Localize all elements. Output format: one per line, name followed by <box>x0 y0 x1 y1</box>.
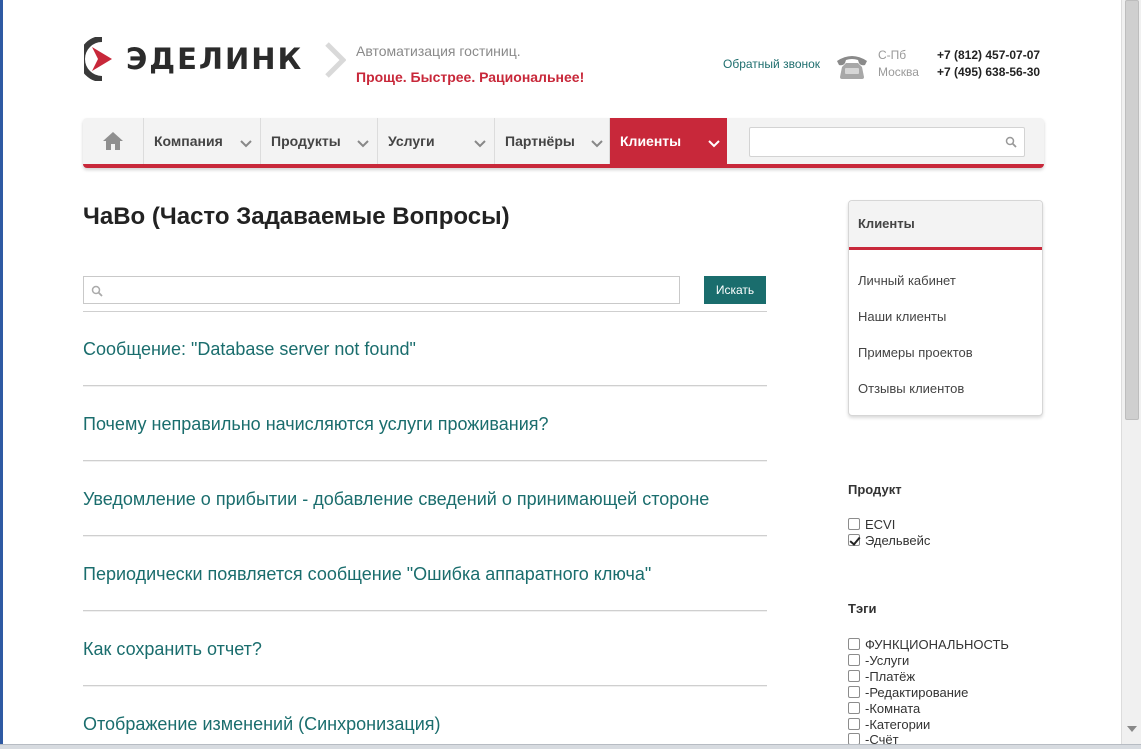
faq-list-item: Периодически появляется сообщение "Ошибк… <box>83 536 767 611</box>
scroll-down-icon[interactable] <box>1127 726 1137 732</box>
contact-phone[interactable]: +7 (495) 638-56-30 <box>937 65 1040 79</box>
faq-link[interactable]: Как сохранить отчет? <box>83 639 262 660</box>
scrollbar-thumb[interactable] <box>1125 0 1139 420</box>
checkbox-label: -Редактирование <box>865 684 969 700</box>
logo-mark-icon <box>79 36 120 82</box>
filter-option[interactable]: ECVI <box>848 516 895 532</box>
faq-link[interactable]: Почему неправильно начисляются услуги пр… <box>83 414 549 435</box>
tag-filter-title: Тэги <box>848 601 877 616</box>
faq-list-item: Сообщение: "Database server not found" <box>83 311 767 386</box>
checkbox[interactable] <box>848 670 860 682</box>
chevron-down-icon <box>708 140 720 148</box>
faq-list-item: Как сохранить отчет? <box>83 611 767 686</box>
site-search-input[interactable] <box>750 128 990 156</box>
filter-option[interactable]: -Редактирование <box>848 684 968 700</box>
tagline-primary: Автоматизация гостиниц. <box>356 43 521 59</box>
sidebar-item-our-clients[interactable]: Наши клиенты <box>858 309 946 324</box>
home-icon <box>103 132 123 150</box>
checkbox-label: -Комната <box>865 700 921 716</box>
checkbox[interactable] <box>848 718 860 730</box>
nav-item-label: Компания <box>154 133 223 149</box>
nav-item-clients[interactable]: Клиенты <box>610 118 727 164</box>
window-border <box>0 0 3 749</box>
faq-list-item: Уведомление о прибытии - добавление свед… <box>83 461 767 536</box>
sidebar-clients-menu: Клиенты Личный кабинет Наши клиенты Прим… <box>848 200 1043 416</box>
vertical-scrollbar[interactable] <box>1121 0 1141 744</box>
checkbox-label: -Счёт <box>865 732 899 744</box>
checkbox-label: Эдельвейс <box>865 532 931 548</box>
filter-option[interactable]: ФУНКЦИОНАЛЬНОСТЬ <box>848 636 1009 652</box>
faq-link[interactable]: Отображение изменений (Синхронизация) <box>83 714 441 735</box>
chevron-down-icon <box>240 140 252 148</box>
faq-list-item: Почему неправильно начисляются услуги пр… <box>83 386 767 461</box>
filter-option[interactable]: Эдельвейс <box>848 532 930 548</box>
nav-item-label: Клиенты <box>620 133 682 149</box>
checkbox-label: -Категории <box>865 716 931 732</box>
checkbox-label: ECVI <box>865 516 896 532</box>
nav-item-label: Услуги <box>388 133 435 149</box>
nav-item-services[interactable]: Услуги <box>378 118 495 164</box>
main-nav: Компания Продукты Услуги Партнёры Клиент… <box>83 118 1044 168</box>
chevron-down-icon <box>357 140 369 148</box>
faq-link[interactable]: Уведомление о прибытии - добавление свед… <box>83 489 709 510</box>
chevron-down-icon <box>474 140 486 148</box>
checkbox[interactable] <box>848 686 860 698</box>
checkbox-label: -Услуги <box>865 652 910 668</box>
nav-home-button[interactable] <box>83 118 144 164</box>
faq-link[interactable]: Периодически появляется сообщение "Ошибк… <box>83 564 651 585</box>
search-icon <box>91 285 103 297</box>
product-filter-title: Продукт <box>848 482 902 497</box>
filter-option[interactable]: -Платёж <box>848 668 915 684</box>
faq-search-input[interactable] <box>106 277 671 303</box>
page-title: ЧаВо (Часто Задаваемые Вопросы) <box>83 203 510 230</box>
sidebar-menu-header: Клиенты <box>849 201 1042 250</box>
faq-list-item: Отображение изменений (Синхронизация) <box>83 686 767 749</box>
contact-phone[interactable]: +7 (812) 457-07-07 <box>937 48 1040 62</box>
checkbox-label: ФУНКЦИОНАЛЬНОСТЬ <box>865 636 1009 652</box>
checkbox[interactable] <box>848 733 860 744</box>
nav-item-products[interactable]: Продукты <box>261 118 378 164</box>
sidebar-item-reviews[interactable]: Отзывы клиентов <box>858 381 964 396</box>
site-logo[interactable]: ЭДЕЛИНК <box>79 36 304 82</box>
nav-item-company[interactable]: Компания <box>144 118 261 164</box>
checkbox[interactable] <box>848 638 860 650</box>
site-search <box>749 127 1025 157</box>
search-icon[interactable] <box>1005 136 1017 148</box>
filter-option[interactable]: -Услуги <box>848 652 909 668</box>
sidebar-item-projects[interactable]: Примеры проектов <box>858 345 973 360</box>
contact-city: С-Пб <box>878 48 907 62</box>
checkbox[interactable] <box>848 654 860 666</box>
contact-city: Москва <box>878 65 919 79</box>
tagline-secondary: Проще. Быстрее. Рациональнее! <box>356 69 585 85</box>
chevron-right-icon <box>324 42 347 83</box>
callback-link[interactable]: Обратный звонок <box>723 57 820 71</box>
filter-option[interactable]: -Счёт <box>848 732 899 744</box>
nav-item-label: Продукты <box>271 133 341 149</box>
filter-option[interactable]: -Категории <box>848 716 930 732</box>
faq-search <box>83 276 680 304</box>
sidebar-menu-title: Клиенты <box>858 216 915 231</box>
faq-link[interactable]: Сообщение: "Database server not found" <box>83 339 416 360</box>
faq-search-button[interactable]: Искать <box>704 276 766 304</box>
checkbox[interactable] <box>848 518 860 530</box>
chevron-down-icon <box>591 140 603 148</box>
phone-icon <box>834 52 870 80</box>
nav-item-label: Партнёры <box>505 133 575 149</box>
nav-item-partners[interactable]: Партнёры <box>495 118 610 164</box>
checkbox-label: -Платёж <box>865 668 916 684</box>
logo-text: ЭДЕЛИНК <box>126 42 304 76</box>
sidebar-item-account[interactable]: Личный кабинет <box>858 273 956 288</box>
checkbox[interactable] <box>848 702 860 714</box>
checkbox[interactable] <box>848 534 860 546</box>
filter-option[interactable]: -Комната <box>848 700 920 716</box>
